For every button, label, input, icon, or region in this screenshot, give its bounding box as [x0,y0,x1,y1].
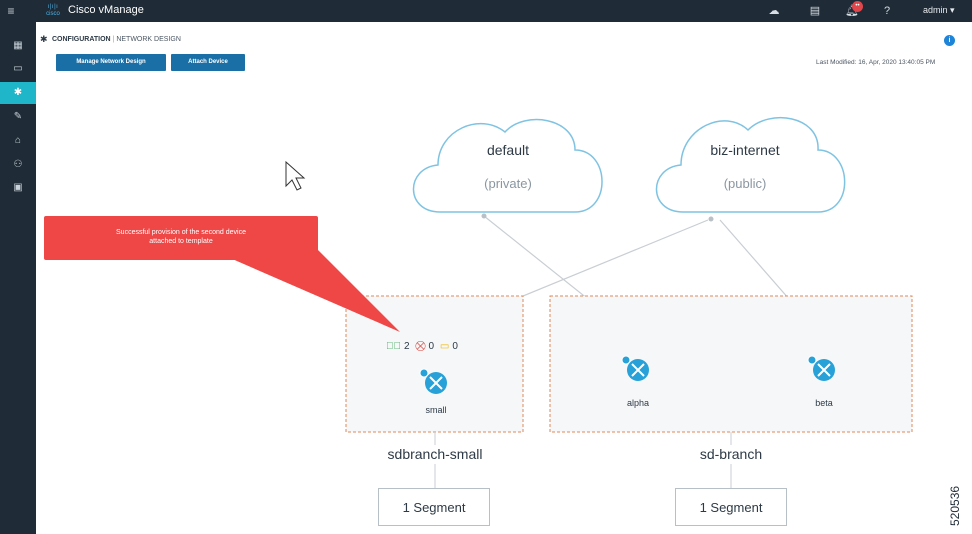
callout-arrow [230,250,400,332]
device-status-counters: ✓⃝ 2 ⛒ 0 ▭ 0 [386,341,461,352]
cloud-biz-internet-name[interactable]: biz-internet [690,142,800,158]
cursor-icon [285,160,306,191]
cloud-default-name[interactable]: default [460,142,556,158]
port-dot [708,216,714,222]
device-label-small[interactable]: small [401,405,471,415]
callout-line-1: Successful provision of the second devic… [116,229,246,236]
cloud-default-shape [412,118,603,213]
failed-count: 0 [428,341,435,352]
site-box-sd-branch [549,295,913,433]
segment-box-sdbranch-small[interactable]: 1 Segment [378,488,490,526]
segment-box-sd-branch[interactable]: 1 Segment [675,488,787,526]
cloud-biz-internet-type: (public) [723,176,767,191]
figure-id-text: 520536 [948,485,962,526]
cloud-default-type: (private) [484,176,532,191]
cloud-biz-internet-shape [655,116,846,213]
success-icon: ✓⃝ [386,341,401,352]
site-label-sd-branch[interactable]: sd-branch [656,446,806,462]
pending-count: 0 [452,341,458,352]
device-label-beta[interactable]: beta [789,398,859,408]
success-count: 2 [404,341,410,352]
failed-icon: ⛒ [415,341,426,352]
device-label-alpha[interactable]: alpha [603,398,673,408]
callout-line-2: attached to template [149,238,213,245]
pending-icon: ▭ [439,341,450,352]
port-dot [481,213,487,219]
figure-id: 520536 [948,468,966,528]
callout-box: Successful provision of the second devic… [44,216,318,260]
site-label-sdbranch-small[interactable]: sdbranch-small [360,446,510,462]
